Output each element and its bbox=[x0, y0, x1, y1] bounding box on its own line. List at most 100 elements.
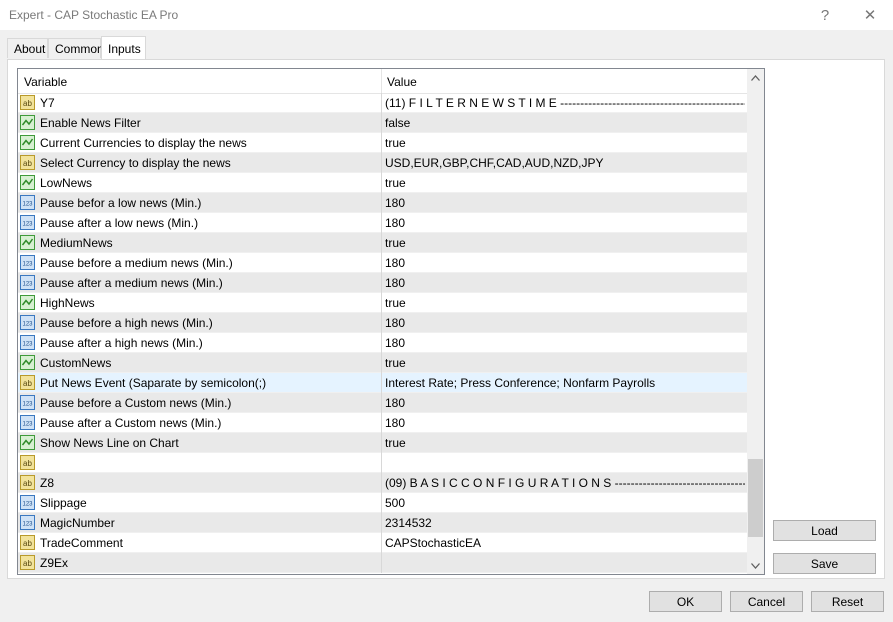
scroll-thumb[interactable] bbox=[748, 459, 763, 537]
help-button[interactable]: ? bbox=[802, 0, 848, 30]
table-row[interactable]: 123 Pause before a medium news (Min.) 180 bbox=[18, 253, 747, 273]
variable-name: MagicNumber bbox=[40, 516, 115, 530]
variable-name: Pause after a high news (Min.) bbox=[40, 336, 203, 350]
cell-divider bbox=[381, 373, 382, 393]
scroll-up-icon[interactable] bbox=[747, 69, 764, 86]
value-column-header[interactable]: Value bbox=[387, 75, 417, 89]
bool-type-icon bbox=[20, 295, 35, 310]
table-row[interactable]: 123 Pause before a high news (Min.) 180 bbox=[18, 313, 747, 333]
table-row[interactable]: ab Y7 (11) F I L T E R N E W S T I M E ---… bbox=[18, 93, 747, 113]
value-cell[interactable]: CAPStochasticEA bbox=[385, 536, 745, 550]
variable-name: Pause before a Custom news (Min.) bbox=[40, 396, 232, 410]
title-bar: Expert - CAP Stochastic EA Pro ? ✕ bbox=[0, 0, 893, 30]
table-row[interactable]: Show News Line on Chart true bbox=[18, 433, 747, 453]
inputs-grid[interactable]: Variable Value ab Y7 (11) F I L T E R N E … bbox=[17, 68, 765, 575]
table-row[interactable]: ab TradeComment CAPStochasticEA bbox=[18, 533, 747, 553]
number-type-icon: 123 bbox=[20, 255, 35, 270]
string-type-icon: ab bbox=[20, 475, 35, 490]
close-button[interactable]: ✕ bbox=[847, 0, 893, 30]
value-cell[interactable]: true bbox=[385, 296, 745, 310]
table-row[interactable]: LowNews true bbox=[18, 173, 747, 193]
table-row[interactable]: 123 Pause after a medium news (Min.) 180 bbox=[18, 273, 747, 293]
cell-divider bbox=[381, 233, 382, 253]
tab-inputs[interactable]: Inputs bbox=[101, 36, 146, 60]
value-cell[interactable]: 180 bbox=[385, 196, 745, 210]
cell-divider bbox=[381, 313, 382, 333]
value-cell[interactable]: true bbox=[385, 356, 745, 370]
table-row[interactable]: Current Currencies to display the news tr… bbox=[18, 133, 747, 153]
value-cell[interactable]: 180 bbox=[385, 316, 745, 330]
cell-divider bbox=[381, 333, 382, 353]
cell-divider bbox=[381, 453, 382, 473]
cell-divider bbox=[381, 513, 382, 533]
value-cell[interactable]: true bbox=[385, 136, 745, 150]
value-cell[interactable]: 180 bbox=[385, 336, 745, 350]
grid-rows: ab Y7 (11) F I L T E R N E W S T I M E ---… bbox=[18, 93, 747, 573]
cancel-button[interactable]: Cancel bbox=[730, 591, 803, 612]
table-row[interactable]: 123 Pause after a high news (Min.) 180 bbox=[18, 333, 747, 353]
value-cell[interactable]: false bbox=[385, 116, 745, 130]
table-row[interactable]: 123 Pause before a Custom news (Min.) 180 bbox=[18, 393, 747, 413]
bool-type-icon bbox=[20, 235, 35, 250]
svg-text:123: 123 bbox=[22, 222, 33, 228]
value-cell[interactable]: 180 bbox=[385, 396, 745, 410]
table-row[interactable]: 123 Pause after a low news (Min.) 180 bbox=[18, 213, 747, 233]
value-cell[interactable]: 180 bbox=[385, 416, 745, 430]
value-cell[interactable]: 180 bbox=[385, 276, 745, 290]
variable-name: Pause before a high news (Min.) bbox=[40, 316, 213, 330]
svg-text:ab: ab bbox=[23, 479, 32, 488]
table-row[interactable]: 123 MagicNumber 2314532 bbox=[18, 513, 747, 533]
variable-column-header[interactable]: Variable bbox=[24, 75, 67, 89]
table-row[interactable]: CustomNews true bbox=[18, 353, 747, 373]
table-row[interactable]: 123 Pause befor a low news (Min.) 180 bbox=[18, 193, 747, 213]
table-row[interactable]: HighNews true bbox=[18, 293, 747, 313]
vertical-scrollbar[interactable] bbox=[747, 69, 764, 574]
scroll-down-icon[interactable] bbox=[747, 557, 764, 574]
table-row[interactable]: MediumNews true bbox=[18, 233, 747, 253]
value-cell[interactable]: true bbox=[385, 176, 745, 190]
load-button[interactable]: Load bbox=[773, 520, 876, 541]
svg-text:123: 123 bbox=[22, 322, 33, 328]
ok-button[interactable]: OK bbox=[649, 591, 722, 612]
number-type-icon: 123 bbox=[20, 335, 35, 350]
table-row[interactable]: Enable News Filter false bbox=[18, 113, 747, 133]
svg-text:123: 123 bbox=[22, 262, 33, 268]
cell-divider bbox=[381, 213, 382, 233]
value-cell[interactable]: true bbox=[385, 436, 745, 450]
value-cell[interactable]: (09) B A S I C C O N F I G U R A T I O N… bbox=[385, 476, 745, 490]
reset-button[interactable]: Reset bbox=[811, 591, 884, 612]
value-cell[interactable]: USD,EUR,GBP,CHF,CAD,AUD,NZD,JPY bbox=[385, 156, 745, 170]
number-type-icon: 123 bbox=[20, 515, 35, 530]
value-cell[interactable]: 500 bbox=[385, 496, 745, 510]
number-type-icon: 123 bbox=[20, 415, 35, 430]
variable-name: Slippage bbox=[40, 496, 87, 510]
variable-name: HighNews bbox=[40, 296, 95, 310]
value-cell[interactable]: 180 bbox=[385, 216, 745, 230]
table-row[interactable]: ab bbox=[18, 453, 747, 473]
table-row[interactable]: ab Select Currency to display the news USD… bbox=[18, 153, 747, 173]
svg-text:123: 123 bbox=[22, 202, 33, 208]
table-row[interactable]: 123 Pause after a Custom news (Min.) 180 bbox=[18, 413, 747, 433]
variable-name: Select Currency to display the news bbox=[40, 156, 231, 170]
svg-text:ab: ab bbox=[23, 99, 32, 108]
value-cell[interactable]: (11) F I L T E R N E W S T I M E -------… bbox=[385, 96, 745, 110]
table-row[interactable]: 123 Slippage 500 bbox=[18, 493, 747, 513]
svg-text:ab: ab bbox=[23, 459, 32, 468]
value-cell[interactable]: 180 bbox=[385, 256, 745, 270]
column-separator[interactable] bbox=[381, 69, 382, 93]
table-row[interactable]: ab Z8 (09) B A S I C C O N F I G U R A T I… bbox=[18, 473, 747, 493]
cell-divider bbox=[381, 473, 382, 493]
variable-name: Y7 bbox=[40, 96, 55, 110]
svg-text:123: 123 bbox=[22, 282, 33, 288]
table-row[interactable]: ab Put News Event (Saparate by semicolon(… bbox=[18, 373, 747, 393]
bool-type-icon bbox=[20, 135, 35, 150]
save-button[interactable]: Save bbox=[773, 553, 876, 574]
bool-type-icon bbox=[20, 115, 35, 130]
tab-about[interactable]: About bbox=[7, 38, 48, 58]
value-cell[interactable]: true bbox=[385, 236, 745, 250]
table-row[interactable]: ab Z9Ex bbox=[18, 553, 747, 573]
value-cell[interactable]: Interest Rate; Press Conference; Nonfarm… bbox=[385, 376, 745, 390]
value-cell[interactable]: 2314532 bbox=[385, 516, 745, 530]
svg-text:123: 123 bbox=[22, 422, 33, 428]
tab-common[interactable]: Common bbox=[48, 38, 104, 58]
